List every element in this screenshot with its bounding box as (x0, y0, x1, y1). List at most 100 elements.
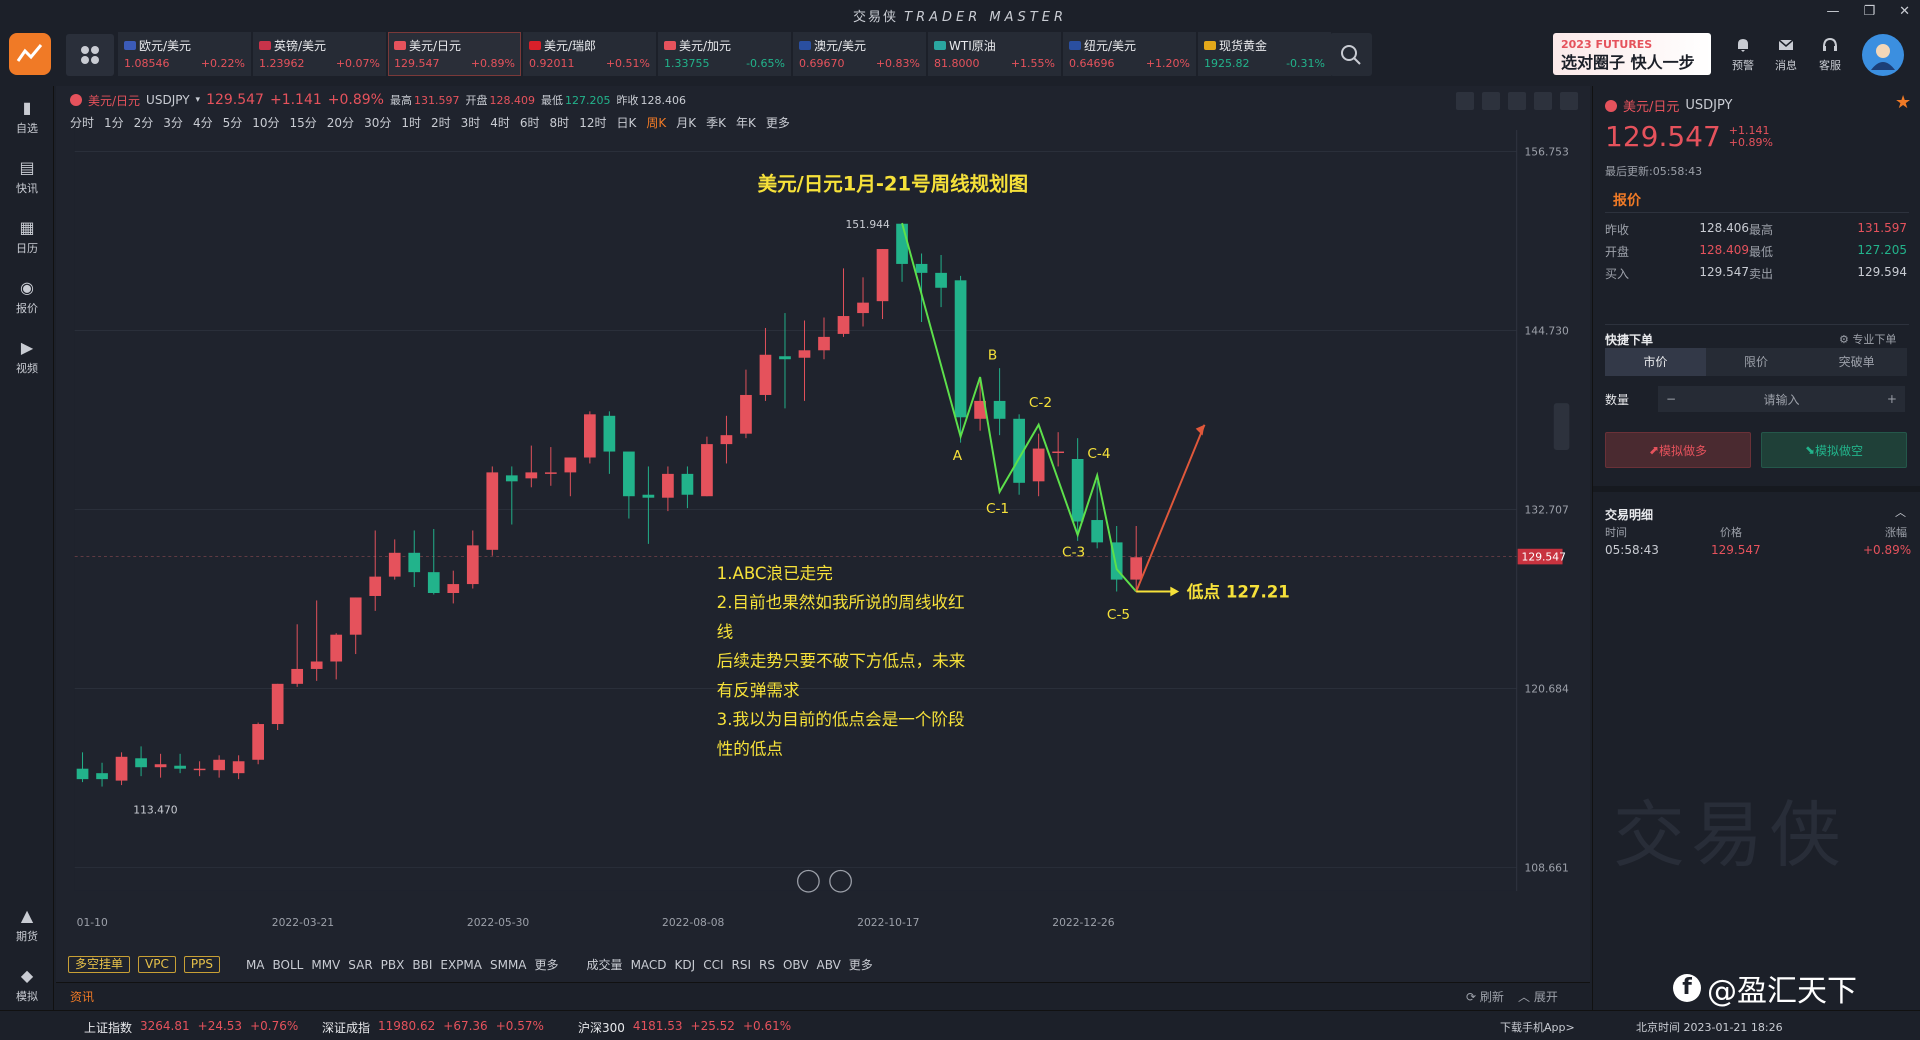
period-tab[interactable]: 3分 (163, 114, 183, 131)
sidebar-item-3[interactable]: ◉ 报价 (0, 278, 54, 316)
sidebar-bottom-0[interactable]: ▲ 期货 (0, 906, 54, 944)
chart-symbol[interactable]: 美元/日元 (88, 92, 140, 109)
minimize-icon[interactable]: — (1826, 4, 1839, 19)
quantity-stepper[interactable]: − 请输入 + (1658, 386, 1905, 412)
ticker-7[interactable]: 纽元/美元 0.64696 +1.20% (1063, 32, 1196, 76)
sub-indicator-tab[interactable]: KDJ (675, 958, 696, 972)
fullscreen-icon[interactable] (1534, 92, 1552, 110)
sub-indicator-tab[interactable]: OBV (783, 958, 809, 972)
period-tab[interactable]: 12时 (579, 114, 606, 131)
sub-indicator-tab[interactable]: CCI (703, 958, 723, 972)
quantity-input[interactable]: 请输入 (1763, 391, 1799, 408)
main-indicator-tab[interactable]: SAR (348, 958, 372, 972)
period-tab[interactable]: 3时 (461, 114, 481, 131)
minus-icon[interactable]: − (1666, 392, 1676, 406)
star-icon[interactable]: ★ (1895, 92, 1911, 113)
index-quote[interactable]: 上证指数 3264.81 +24.53 +0.76% (84, 1019, 298, 1036)
tab-breakout[interactable]: 突破单 (1806, 348, 1907, 376)
tab-limit[interactable]: 限价 (1706, 348, 1807, 376)
main-indicator-tab[interactable]: 更多 (535, 956, 559, 973)
period-tab[interactable]: 日K (616, 114, 636, 131)
ticker-0[interactable]: 欧元/美元 1.08546 +0.22% (118, 32, 251, 76)
promo-banner[interactable]: 2023 FUTURES 选对圈子 快人一步 (1553, 33, 1711, 75)
period-tab[interactable]: 30分 (364, 114, 391, 131)
sell-button[interactable]: ⬊ 模拟做空 (1761, 432, 1907, 468)
main-indicator-tab[interactable]: MA (246, 958, 265, 972)
support-button[interactable]: 客服 (1811, 37, 1849, 77)
sidebar-item-0[interactable]: ▮ 自选 (0, 98, 54, 136)
period-tab[interactable]: 2分 (134, 114, 154, 131)
draw-tool-icon[interactable] (1482, 92, 1500, 110)
download-app-link[interactable]: 下载手机App> (1500, 1019, 1575, 1035)
main-indicator-tab[interactable]: BOLL (273, 958, 304, 972)
ticker-8[interactable]: 现货黄金 1925.82 -0.31% (1198, 32, 1331, 76)
overlay-toggle-button[interactable]: 多空挂单 (68, 956, 131, 973)
period-tab[interactable]: 4分 (193, 114, 213, 131)
period-tab[interactable]: 2时 (431, 114, 451, 131)
ticker-1[interactable]: 英镑/美元 1.23962 +0.07% (253, 32, 386, 76)
alert-button[interactable]: 预警 (1724, 37, 1762, 77)
restore-icon[interactable]: ❐ (1863, 4, 1875, 19)
period-tab[interactable]: 更多 (766, 114, 790, 131)
period-tab[interactable]: 1时 (401, 114, 421, 131)
sub-indicator-tab[interactable]: 更多 (849, 956, 873, 973)
refresh-button[interactable]: ⟳ 刷新 (1466, 988, 1504, 1005)
tab-quote[interactable]: 报价 (1613, 190, 1641, 210)
settings-tool-icon[interactable] (1508, 92, 1526, 110)
search-button[interactable] (1330, 33, 1372, 76)
chevron-down-icon[interactable]: ▾ (196, 95, 201, 105)
main-indicator-tab[interactable]: EXPMA (440, 958, 482, 972)
period-tab[interactable]: 10分 (252, 114, 279, 131)
sub-indicator-tab[interactable]: ABV (817, 958, 841, 972)
candlestick-chart[interactable]: 156.753 144.730 132.707 120.684 108.661 129.5… (56, 130, 1592, 930)
period-tab[interactable]: 周K (646, 114, 666, 131)
sub-indicator-tab[interactable]: MACD (631, 958, 667, 972)
ticker-4[interactable]: 美元/加元 1.33755 -0.65% (658, 32, 791, 76)
ticker-6[interactable]: WTI原油 81.8000 +1.55% (928, 32, 1061, 76)
apps-grid-icon[interactable] (66, 34, 114, 76)
main-indicator-tab[interactable]: SMMA (490, 958, 527, 972)
period-tab[interactable]: 分时 (70, 114, 94, 131)
expand-button[interactable]: ︿ 展开 (1518, 988, 1558, 1005)
period-tab[interactable]: 8时 (550, 114, 570, 131)
sidebar-item-4[interactable]: ▶ 视频 (0, 338, 54, 376)
ticker-3[interactable]: 美元/瑞郎 0.92011 +0.51% (523, 32, 656, 76)
period-tab[interactable]: 年K (736, 114, 756, 131)
overlay-toggle-button[interactable]: VPC (138, 956, 176, 973)
pro-order-link[interactable]: ⚙ 专业下单 (1839, 331, 1896, 347)
close-chart-icon[interactable] (1560, 92, 1578, 110)
period-tab[interactable]: 15分 (290, 114, 317, 131)
main-indicator-tab[interactable]: BBI (412, 958, 432, 972)
main-indicator-tab[interactable]: PBX (381, 958, 405, 972)
period-tab[interactable]: 季K (706, 114, 726, 131)
index-quote[interactable]: 沪深300 4181.53 +25.52 +0.61% (578, 1019, 791, 1036)
message-button[interactable]: 消息 (1767, 37, 1805, 77)
chevron-up-icon[interactable]: ︿ (1895, 504, 1906, 520)
indicator-tool-icon[interactable] (1456, 92, 1474, 110)
tab-market[interactable]: 市价 (1605, 348, 1706, 376)
collapse-panel-handle[interactable] (1553, 403, 1570, 450)
period-tab[interactable]: 月K (676, 114, 696, 131)
app-logo[interactable] (9, 33, 51, 75)
period-tab[interactable]: 5分 (223, 114, 243, 131)
avatar[interactable] (1862, 34, 1904, 76)
sub-indicator-tab[interactable]: RS (759, 958, 775, 972)
ticker-5[interactable]: 澳元/美元 0.69670 +0.83% (793, 32, 926, 76)
index-quote[interactable]: 深证成指 11980.62 +67.36 +0.57% (322, 1019, 544, 1036)
plus-icon[interactable]: + (1887, 392, 1897, 406)
period-tab[interactable]: 6时 (520, 114, 540, 131)
period-tab[interactable]: 20分 (327, 114, 354, 131)
period-tab[interactable]: 1分 (104, 114, 124, 131)
chart-code[interactable]: USDJPY (146, 93, 189, 107)
sub-indicator-tab[interactable]: 成交量 (587, 956, 623, 973)
sidebar-bottom-1[interactable]: ◆ 模拟 (0, 966, 54, 1004)
sidebar-item-1[interactable]: ▤ 快讯 (0, 158, 54, 196)
sidebar-item-2[interactable]: ▦ 日历 (0, 218, 54, 256)
sub-indicator-tab[interactable]: RSI (732, 958, 752, 972)
news-title[interactable]: 资讯 (70, 988, 94, 1005)
overlay-toggle-button[interactable]: PPS (183, 956, 220, 973)
close-icon[interactable]: ✕ (1899, 4, 1910, 19)
period-tab[interactable]: 4时 (490, 114, 510, 131)
main-indicator-tab[interactable]: MMV (311, 958, 340, 972)
buy-button[interactable]: ⬈ 模拟做多 (1605, 432, 1751, 468)
